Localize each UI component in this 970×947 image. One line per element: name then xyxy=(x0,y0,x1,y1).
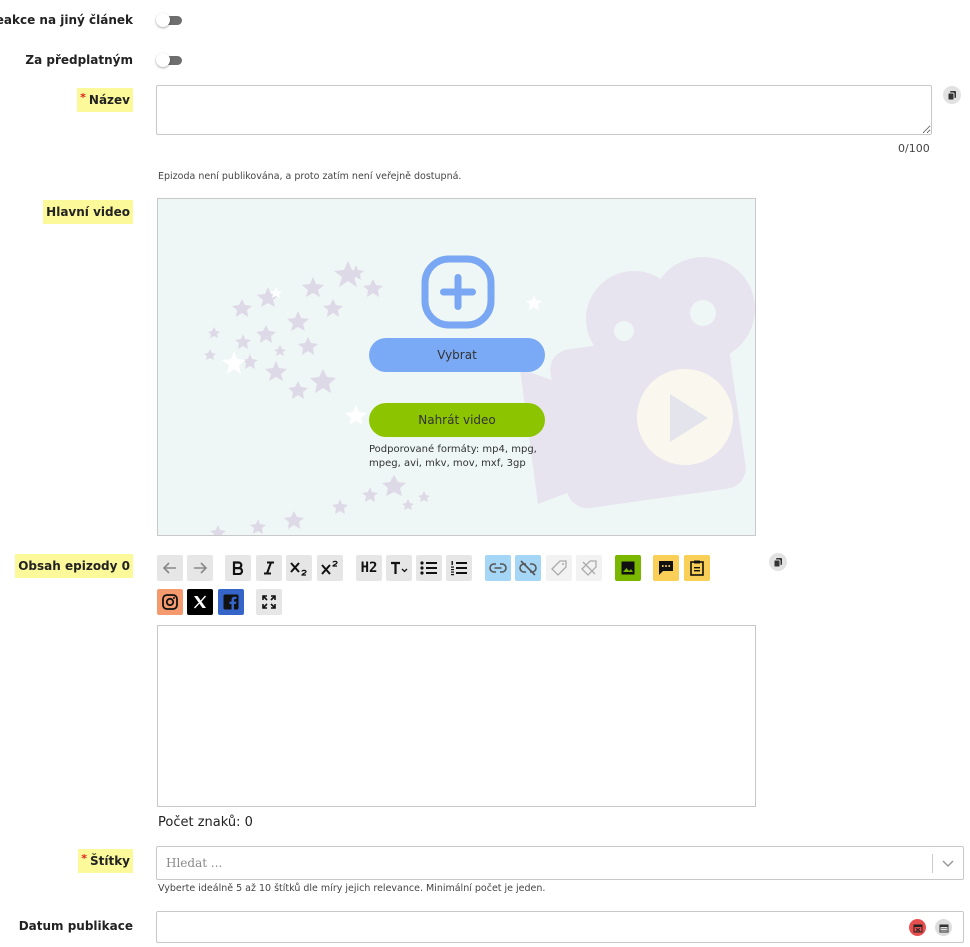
tags-label: * Štítky xyxy=(78,849,133,873)
copy-icon xyxy=(947,91,956,100)
open-calendar-button[interactable] xyxy=(935,919,952,936)
text-style-button[interactable] xyxy=(386,555,412,581)
calendar-icon xyxy=(939,924,948,932)
subscript-button[interactable] xyxy=(286,555,312,581)
bullet-list-icon xyxy=(420,561,437,575)
video-label: Hlavní video xyxy=(43,200,133,224)
fullscreen-icon xyxy=(262,595,276,609)
image-icon xyxy=(621,561,635,575)
subscription-toggle[interactable] xyxy=(156,53,184,67)
reply-toggle[interactable] xyxy=(156,13,184,27)
remove-tag-button[interactable] xyxy=(576,555,602,581)
numbered-list-button[interactable] xyxy=(446,555,472,581)
toggle-knob xyxy=(156,53,170,67)
embed-instagram-button[interactable] xyxy=(157,589,183,615)
publish-date-input[interactable] xyxy=(156,911,964,943)
superscript-icon xyxy=(321,560,338,575)
tags-hint: Vyberte ideálně 5 až 10 štítků dle míry … xyxy=(158,883,546,894)
x-logo-icon xyxy=(193,595,207,609)
content-label: Obsah epizody 0 xyxy=(15,554,133,578)
facebook-icon xyxy=(223,594,239,610)
arrow-right-icon xyxy=(194,562,208,574)
heading-label: H2 xyxy=(360,560,378,576)
title-label: * Název xyxy=(77,88,133,112)
undo-button[interactable] xyxy=(157,555,183,581)
superscript-button[interactable] xyxy=(317,555,343,581)
heading-button[interactable]: H2 xyxy=(356,555,382,581)
title-counter: 0/100 xyxy=(898,142,930,155)
calendar-clear-icon xyxy=(913,924,922,932)
insert-comment-button[interactable] xyxy=(653,555,679,581)
title-input[interactable] xyxy=(156,85,932,135)
add-video-icon xyxy=(421,255,495,329)
insert-clipboard-button[interactable] xyxy=(684,555,710,581)
content-editor[interactable] xyxy=(157,625,756,807)
character-count: Počet znaků: 0 xyxy=(158,815,253,830)
toggle-knob xyxy=(156,13,170,27)
italic-icon xyxy=(264,561,274,575)
clipboard-icon xyxy=(690,560,704,576)
tags-select[interactable]: Hledat ... xyxy=(156,846,964,880)
publish-date-label: Datum publikace xyxy=(18,919,133,933)
bullet-list-button[interactable] xyxy=(416,555,442,581)
reply-label: Reakce na jiný článek xyxy=(0,13,133,27)
required-mark: * xyxy=(81,852,87,865)
instagram-icon xyxy=(162,594,178,610)
tag-icon xyxy=(551,560,567,576)
required-mark: * xyxy=(80,91,86,104)
bold-icon xyxy=(232,561,244,575)
add-tag-button[interactable] xyxy=(546,555,572,581)
subscript-icon xyxy=(290,562,307,576)
arrow-left-icon xyxy=(162,562,176,574)
subscription-label: Za předplatným xyxy=(25,53,133,67)
chevron-down-icon[interactable] xyxy=(942,860,954,868)
redo-button[interactable] xyxy=(187,555,213,581)
embed-facebook-button[interactable] xyxy=(218,589,244,615)
clear-date-button[interactable] xyxy=(909,919,926,936)
copy-title-button[interactable] xyxy=(943,86,961,104)
select-video-button[interactable]: Vybrat xyxy=(369,338,545,372)
select-divider xyxy=(932,854,933,873)
comment-icon xyxy=(659,561,673,575)
supported-formats: Podporované formáty: mp4, mpg, mpeg, avi… xyxy=(369,444,537,469)
publish-status-hint: Epizoda není publikována, a proto zatím … xyxy=(158,171,462,182)
tag-off-icon xyxy=(581,560,597,576)
copy-content-button[interactable] xyxy=(769,553,787,571)
tags-search-placeholder: Hledat ... xyxy=(166,856,223,870)
copy-icon xyxy=(773,558,782,567)
italic-button[interactable] xyxy=(256,555,282,581)
unlink-icon xyxy=(519,560,537,576)
bold-button[interactable] xyxy=(225,555,251,581)
link-icon xyxy=(489,563,507,573)
text-style-icon xyxy=(391,561,408,574)
remove-link-button[interactable] xyxy=(515,555,541,581)
video-dropzone[interactable]: Vybrat Nahrát video Podporované formáty:… xyxy=(157,198,756,536)
numbered-list-icon xyxy=(451,561,467,576)
insert-link-button[interactable] xyxy=(485,555,511,581)
fullscreen-button[interactable] xyxy=(256,589,282,615)
upload-video-button[interactable]: Nahrát video xyxy=(369,403,545,437)
embed-x-button[interactable] xyxy=(187,589,213,615)
insert-image-button[interactable] xyxy=(615,555,641,581)
